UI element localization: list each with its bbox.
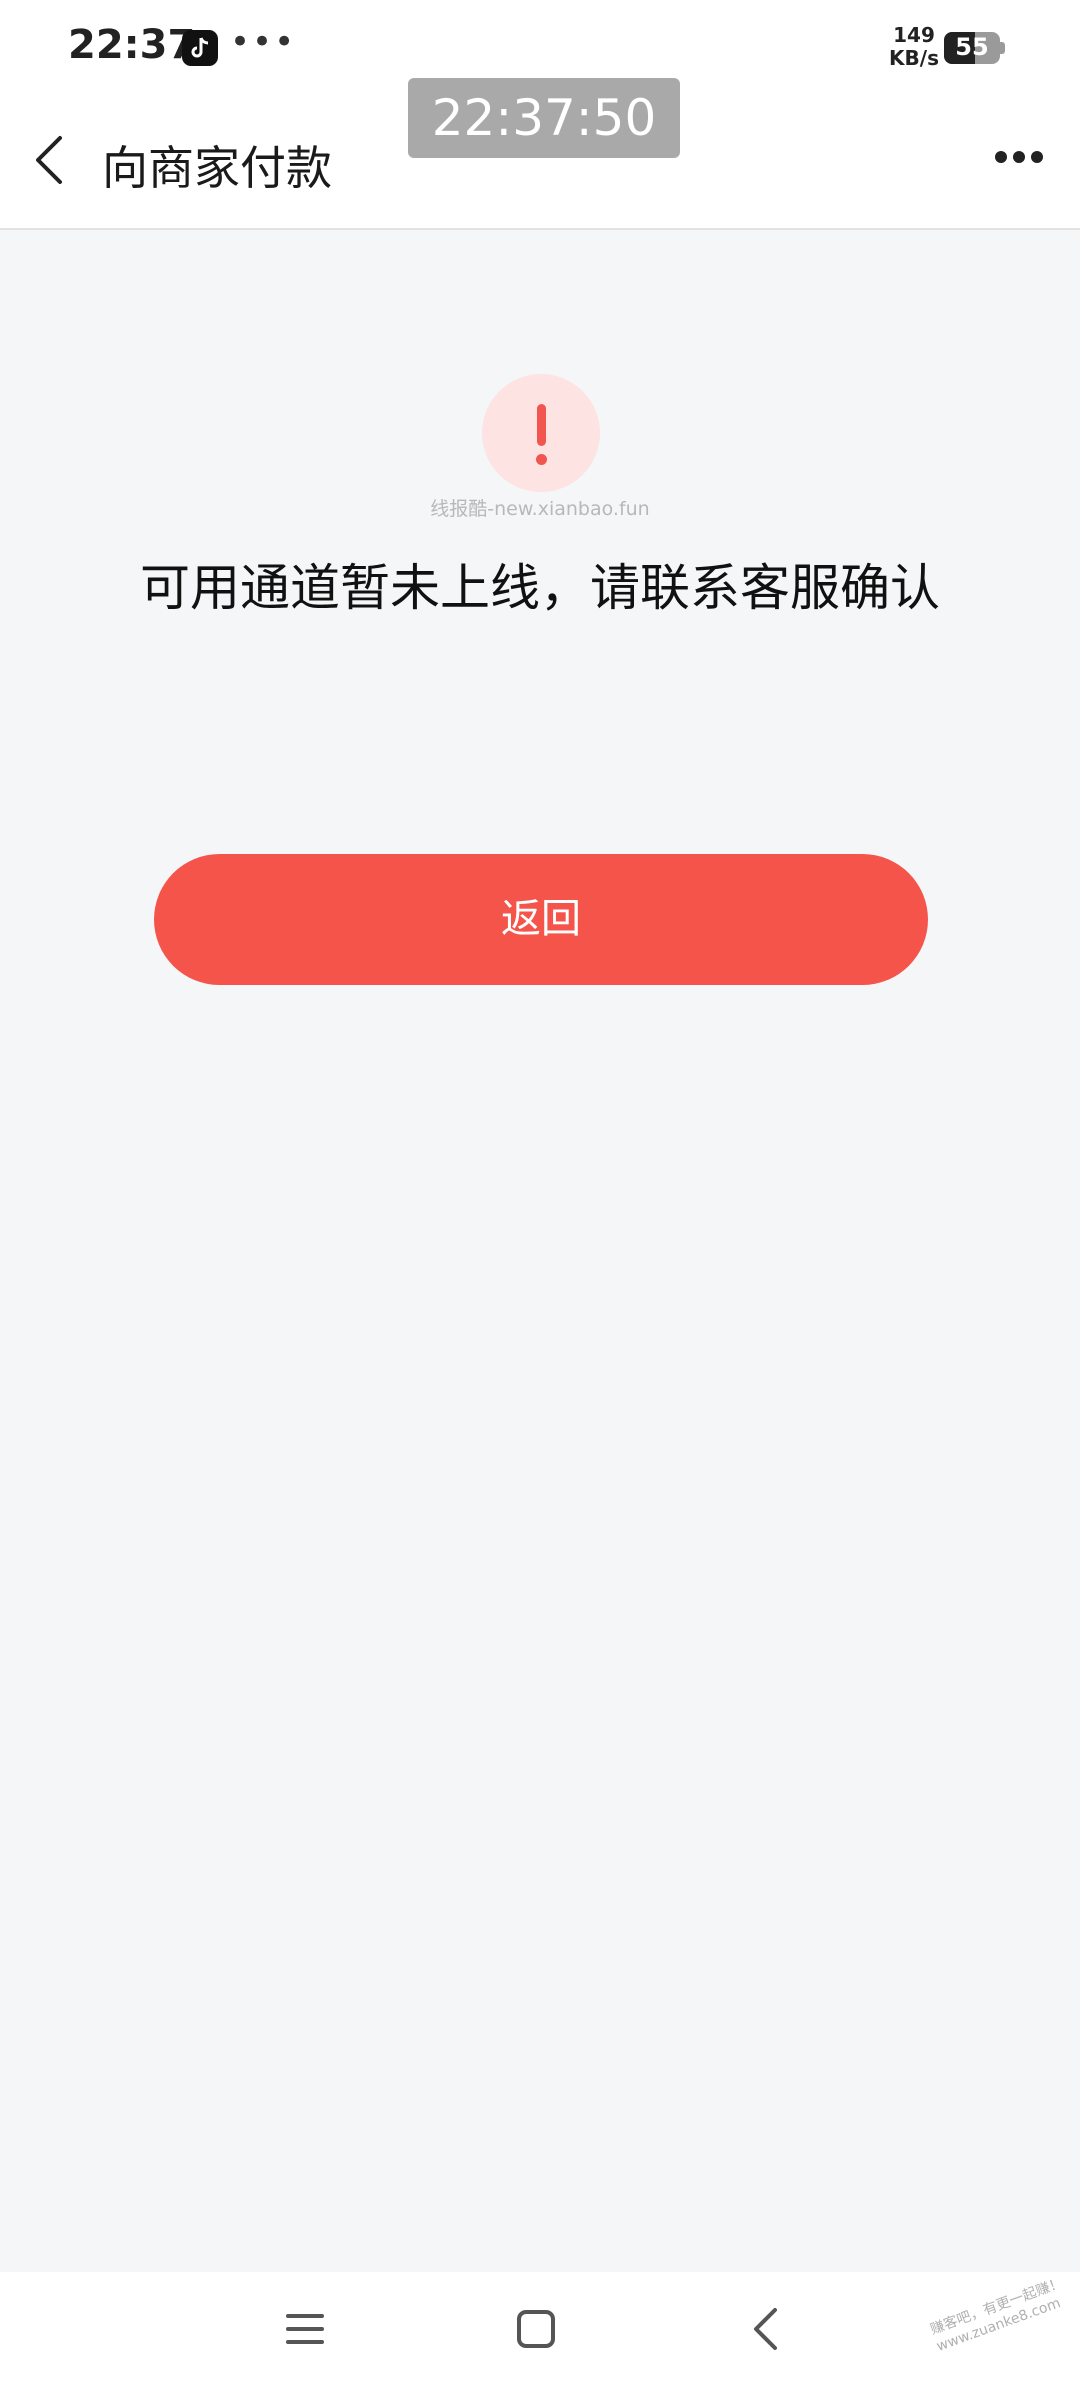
- more-horizontal-icon[interactable]: [994, 150, 1044, 164]
- notification-more-dots: •••: [230, 22, 297, 62]
- system-navigation-bar: [0, 2272, 1080, 2400]
- home-square-icon[interactable]: [516, 2309, 556, 2349]
- menu-icon[interactable]: [286, 2310, 324, 2348]
- network-speed-value: 149: [893, 23, 935, 47]
- return-button[interactable]: 返回: [154, 854, 928, 985]
- network-speed-unit: KB/s: [889, 46, 939, 70]
- exclamation-dot: [536, 454, 547, 465]
- clock-overlay: 22:37:50: [408, 78, 680, 158]
- watermark: 线报酷-new.xianbao.fun: [430, 498, 650, 520]
- error-message: 可用通道暂未上线，请联系客服确认: [140, 559, 940, 617]
- tiktok-icon: [182, 30, 218, 66]
- alert-icon: [482, 374, 600, 492]
- battery-tip: [1000, 42, 1005, 54]
- page-title: 向商家付款: [102, 141, 332, 195]
- system-back-icon[interactable]: [750, 2306, 780, 2352]
- chevron-left-icon[interactable]: [30, 132, 70, 188]
- status-bar: 22:37 ••• 149 KB/s 55: [0, 0, 1080, 90]
- status-time: 22:37: [68, 22, 196, 68]
- battery-icon: 55: [944, 32, 1000, 64]
- battery-level: 55: [955, 33, 989, 61]
- exclamation-icon: [537, 404, 546, 446]
- network-speed: 149 KB/s: [884, 24, 944, 70]
